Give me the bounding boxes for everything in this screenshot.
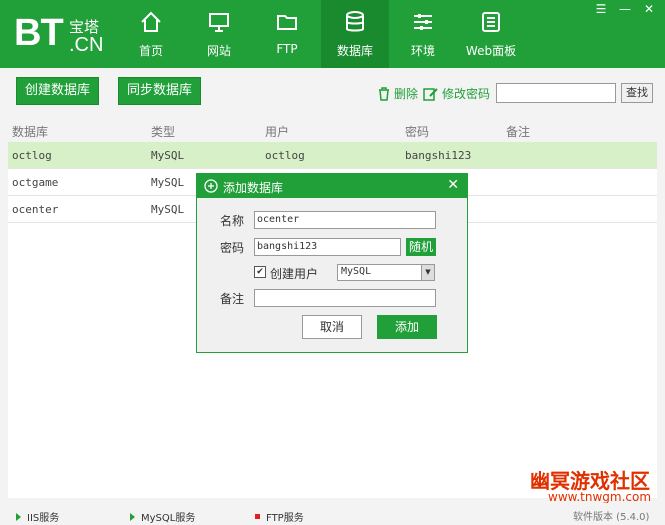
mysql-label: MySQL服务 [141, 513, 196, 524]
cell-user: octlog [265, 149, 305, 162]
nav-label: 首页 [138, 44, 163, 58]
column-header: 类型 [151, 125, 176, 139]
db-type-select[interactable]: MySQL ▼ [337, 264, 435, 281]
monitor-icon [209, 13, 229, 32]
cell-db: octlog [12, 149, 52, 162]
change-password-label: 修改密码 [442, 87, 491, 101]
nav-label: 网站 [206, 44, 231, 58]
column-header: 备注 [506, 125, 531, 139]
sync-database-button[interactable]: 同步数据库 [118, 77, 202, 105]
delete-label: 删除 [394, 87, 419, 101]
nav-environment[interactable]: 环境 [389, 0, 457, 68]
status-bar: IIS服务 MySQL服务 FTP服务 [0, 503, 665, 525]
dialog-close-icon[interactable]: ✕ [447, 177, 459, 193]
db-type-value: MySQL [341, 266, 372, 277]
nav-database[interactable]: 数据库 [321, 0, 389, 68]
change-password-button[interactable]: 修改密码 [423, 85, 490, 102]
main-nav: 首页 网站 FTP 数据库 环境 Web面板 [117, 0, 525, 68]
list-icon [482, 12, 500, 32]
database-icon [346, 11, 364, 32]
cancel-button[interactable]: 取消 [302, 315, 362, 339]
running-icon [16, 512, 21, 521]
folder-icon [277, 15, 297, 30]
minimize-icon[interactable]: — [617, 2, 633, 16]
version-text: 软件版本 (5.4.0) [573, 512, 650, 523]
nav-home[interactable]: 首页 [117, 0, 185, 68]
close-icon[interactable]: ✕ [641, 2, 657, 16]
cell-type: MySQL [151, 149, 185, 162]
create-user-label: 创建用户 [270, 267, 319, 281]
column-header: 用户 [265, 125, 290, 139]
password-field[interactable]: bangshi123 [254, 238, 401, 256]
running-icon [130, 512, 135, 521]
nav-website[interactable]: 网站 [185, 0, 253, 68]
search-button[interactable]: 查找 [621, 83, 653, 103]
create-user-checkbox[interactable]: ✔ [254, 266, 266, 278]
cell-type: MySQL [151, 203, 185, 216]
trash-icon [379, 86, 389, 101]
add-button[interactable]: 添加 [377, 315, 437, 339]
add-database-dialog: 添加数据库 ✕ 名称 ocenter 密码 bangshi123 随机 ✔ 创建… [196, 173, 468, 353]
watermark-url: www.tnwgm.com [548, 490, 652, 504]
stopped-icon [255, 514, 260, 519]
iis-service-status[interactable]: IIS服务 [16, 509, 59, 524]
edit-icon [423, 87, 438, 101]
nav-web-panel[interactable]: Web面板 [457, 0, 525, 68]
create-database-button[interactable]: 创建数据库 [16, 77, 100, 105]
note-field[interactable] [254, 289, 436, 307]
home-icon [141, 11, 161, 32]
table-header: 数据库 类型 用户 密码 备注 [8, 118, 657, 142]
top-bar: BT 宝塔 .CN 首页 网站 FTP 数据库 环境 Web面板 ☰ — ✕ [0, 0, 665, 68]
dialog-titlebar: 添加数据库 ✕ [197, 174, 467, 198]
mysql-service-status[interactable]: MySQL服务 [130, 509, 195, 524]
plus-circle-icon [204, 179, 218, 193]
random-button[interactable]: 随机 [406, 238, 436, 256]
menu-icon[interactable]: ☰ [593, 2, 609, 16]
note-label: 备注 [219, 292, 244, 306]
nav-label: 环境 [410, 44, 435, 58]
password-label: 密码 [219, 241, 244, 255]
delete-button[interactable]: 删除 [377, 85, 418, 102]
sliders-icon [414, 14, 432, 30]
cell-db: ocenter [12, 203, 59, 216]
search-input[interactable] [496, 83, 616, 103]
ftp-label: FTP服务 [266, 513, 304, 524]
nav-label: 数据库 [336, 44, 373, 58]
chevron-down-icon: ▼ [421, 265, 434, 280]
column-header: 密码 [405, 125, 430, 139]
table-row[interactable]: octlog MySQL octlog bangshi123 [8, 142, 657, 169]
ftp-service-status[interactable]: FTP服务 [255, 509, 304, 524]
column-header: 数据库 [12, 125, 49, 139]
name-label: 名称 [219, 214, 244, 228]
nav-ftp[interactable]: FTP [253, 0, 321, 68]
dialog-title: 添加数据库 [223, 181, 284, 195]
cell-password: bangshi123 [405, 149, 472, 162]
cell-db: octgame [12, 176, 59, 189]
nav-label: FTP [276, 42, 298, 56]
name-field[interactable]: ocenter [254, 211, 436, 229]
nav-label: Web面板 [465, 44, 517, 58]
iis-label: IIS服务 [27, 513, 60, 524]
cell-type: MySQL [151, 176, 185, 189]
